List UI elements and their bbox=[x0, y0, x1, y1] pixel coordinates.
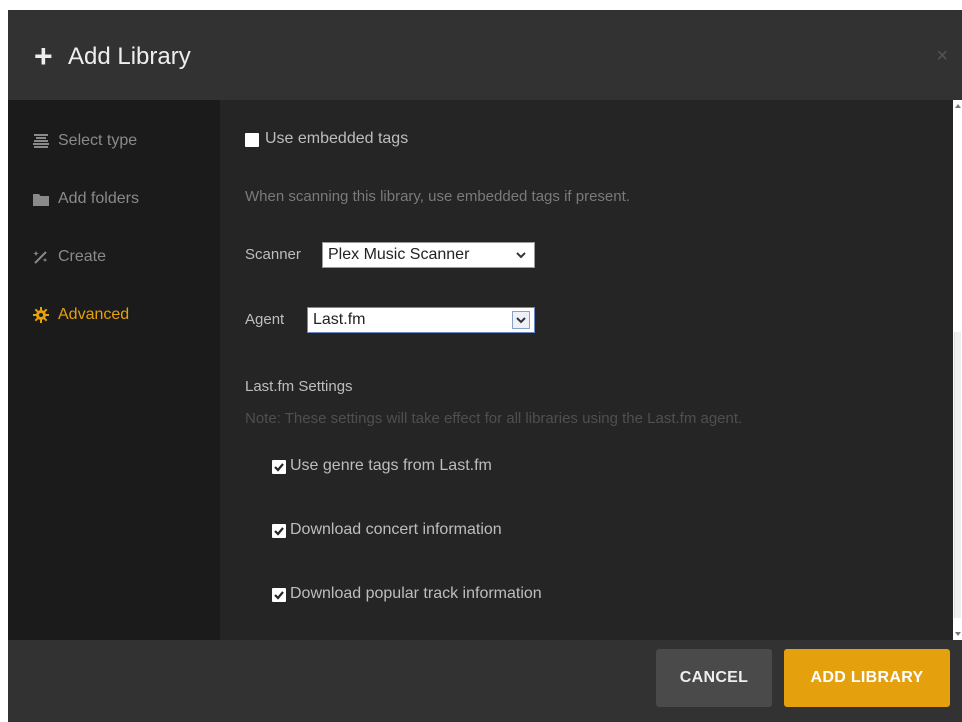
plus-icon: + bbox=[34, 38, 53, 74]
checkmark-icon bbox=[274, 527, 284, 536]
chevron-down-icon bbox=[512, 246, 530, 264]
agent-label: Agent bbox=[245, 311, 285, 328]
gear-icon bbox=[30, 306, 52, 324]
embedded-tags-help: When scanning this library, use embedded… bbox=[245, 188, 630, 205]
scroll-down-icon[interactable] bbox=[955, 632, 961, 636]
sidebar-item-add-folders[interactable]: Add folders bbox=[30, 184, 139, 214]
popular-track-checkbox[interactable] bbox=[272, 588, 286, 602]
genre-tags-checkbox[interactable] bbox=[272, 460, 286, 474]
genre-tags-label: Use genre tags from Last.fm bbox=[290, 457, 492, 474]
checkmark-icon bbox=[274, 591, 284, 600]
scanner-label: Scanner bbox=[245, 246, 301, 263]
add-library-button[interactable]: ADD LIBRARY bbox=[784, 649, 950, 707]
chevron-down-icon bbox=[512, 311, 530, 329]
agent-select[interactable]: Last.fm bbox=[307, 307, 535, 333]
sidebar-item-label: Add folders bbox=[58, 190, 139, 207]
scanner-value: Plex Music Scanner bbox=[328, 246, 470, 263]
agent-value: Last.fm bbox=[313, 311, 366, 328]
scanner-select[interactable]: Plex Music Scanner bbox=[322, 242, 535, 268]
content-scrollbar[interactable] bbox=[953, 100, 962, 640]
popular-track-label: Download popular track information bbox=[290, 585, 542, 602]
sidebar-item-label: Create bbox=[58, 248, 107, 265]
close-icon[interactable]: × bbox=[936, 44, 948, 68]
checkmark-icon bbox=[274, 463, 284, 472]
magic-wand-icon bbox=[30, 248, 52, 266]
dialog-header: + Add Library × bbox=[8, 10, 962, 100]
scroll-up-icon[interactable] bbox=[955, 104, 961, 108]
stack-icon bbox=[30, 132, 52, 150]
dialog-footer: CANCEL ADD LIBRARY bbox=[8, 640, 962, 722]
scrollbar-thumb[interactable] bbox=[954, 332, 961, 618]
cancel-button[interactable]: CANCEL bbox=[656, 649, 772, 707]
sidebar-item-label: Select type bbox=[58, 132, 138, 149]
sidebar-item-advanced[interactable]: Advanced bbox=[30, 300, 129, 330]
lastfm-settings-note: Note: These settings will take effect fo… bbox=[245, 410, 743, 427]
sidebar-item-label: Advanced bbox=[58, 306, 130, 323]
add-library-dialog: + Add Library × Select type Add folders … bbox=[8, 10, 962, 722]
use-embedded-tags-checkbox[interactable] bbox=[245, 133, 259, 147]
lastfm-settings-heading: Last.fm Settings bbox=[245, 378, 353, 395]
sidebar-item-select-type[interactable]: Select type bbox=[30, 126, 137, 156]
concert-info-label: Download concert information bbox=[290, 521, 502, 538]
use-embedded-tags-label: Use embedded tags bbox=[265, 130, 409, 147]
dialog-title: Add Library bbox=[68, 43, 191, 70]
sidebar: Select type Add folders Create Advanced bbox=[8, 100, 220, 640]
concert-info-checkbox[interactable] bbox=[272, 524, 286, 538]
folder-icon bbox=[30, 190, 52, 208]
advanced-settings-panel: Use embedded tags When scanning this lib… bbox=[220, 100, 962, 640]
sidebar-item-create[interactable]: Create bbox=[30, 242, 106, 272]
